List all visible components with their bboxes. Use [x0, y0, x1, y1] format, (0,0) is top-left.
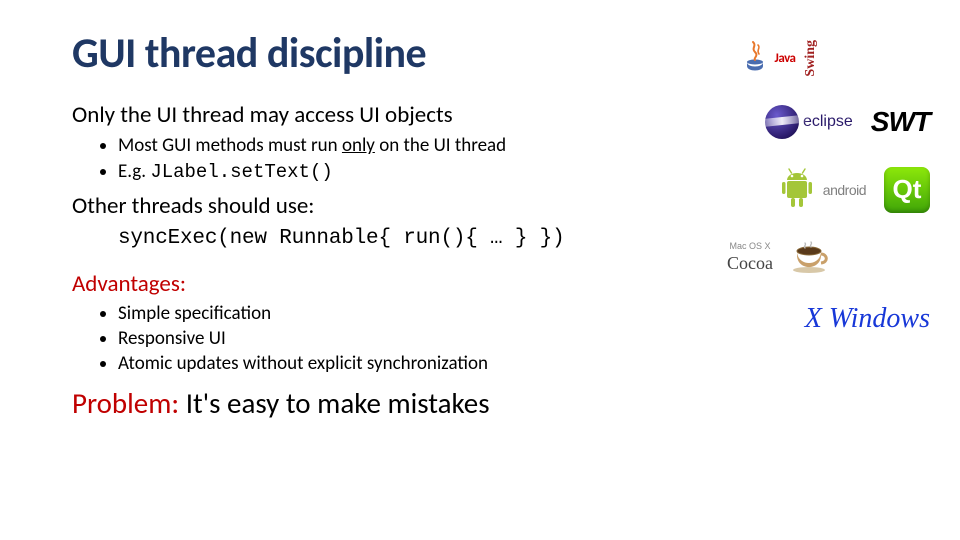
cocoa-cup-icon	[791, 241, 833, 275]
problem-label: Problem:	[72, 385, 179, 421]
text: E.g.	[118, 160, 150, 183]
slide: GUI thread discipline Only the UI thread…	[0, 0, 960, 540]
logo-row-java-swing: Java Swing	[630, 40, 930, 77]
problem-line: Problem: It's easy to make mistakes	[72, 385, 920, 422]
android-logo: android	[777, 168, 866, 212]
java-text: Java	[775, 51, 796, 66]
swing-text: Swing	[803, 40, 819, 77]
eclipse-ball-icon	[765, 105, 799, 139]
logo-row-cocoa: Mac OS X Cocoa	[630, 241, 930, 275]
text-underlined: only	[342, 134, 375, 157]
logo-row-android-qt: android Qt	[630, 167, 930, 213]
qt-logo: Qt	[884, 167, 930, 213]
cocoa-text: Cocoa	[727, 253, 773, 274]
cocoa-macosx-label: Mac OS X	[729, 241, 770, 251]
swt-text: SWT	[871, 106, 930, 138]
text: on the UI thread	[375, 134, 506, 157]
xwindows-text: X Windows	[630, 303, 930, 335]
problem-text: It's easy to make mistakes	[179, 385, 489, 421]
android-text: android	[823, 182, 866, 198]
logos-column: Java Swing eclipse SWT	[630, 40, 930, 335]
eclipse-logo: eclipse	[765, 105, 853, 139]
java-logo: Java	[741, 40, 796, 76]
text: Most GUI methods must run	[118, 134, 342, 157]
code-inline: JLabel.setText()	[150, 161, 332, 183]
java-cup-icon	[741, 40, 769, 76]
android-robot-icon	[777, 168, 817, 212]
bullet: Atomic updates without explicit synchron…	[118, 352, 920, 376]
logo-row-eclipse-swt: eclipse SWT	[630, 105, 930, 139]
text: Only the UI thread may access UI objects	[72, 101, 453, 129]
eclipse-text: eclipse	[803, 113, 853, 131]
cocoa-logo: Mac OS X Cocoa	[727, 241, 773, 274]
